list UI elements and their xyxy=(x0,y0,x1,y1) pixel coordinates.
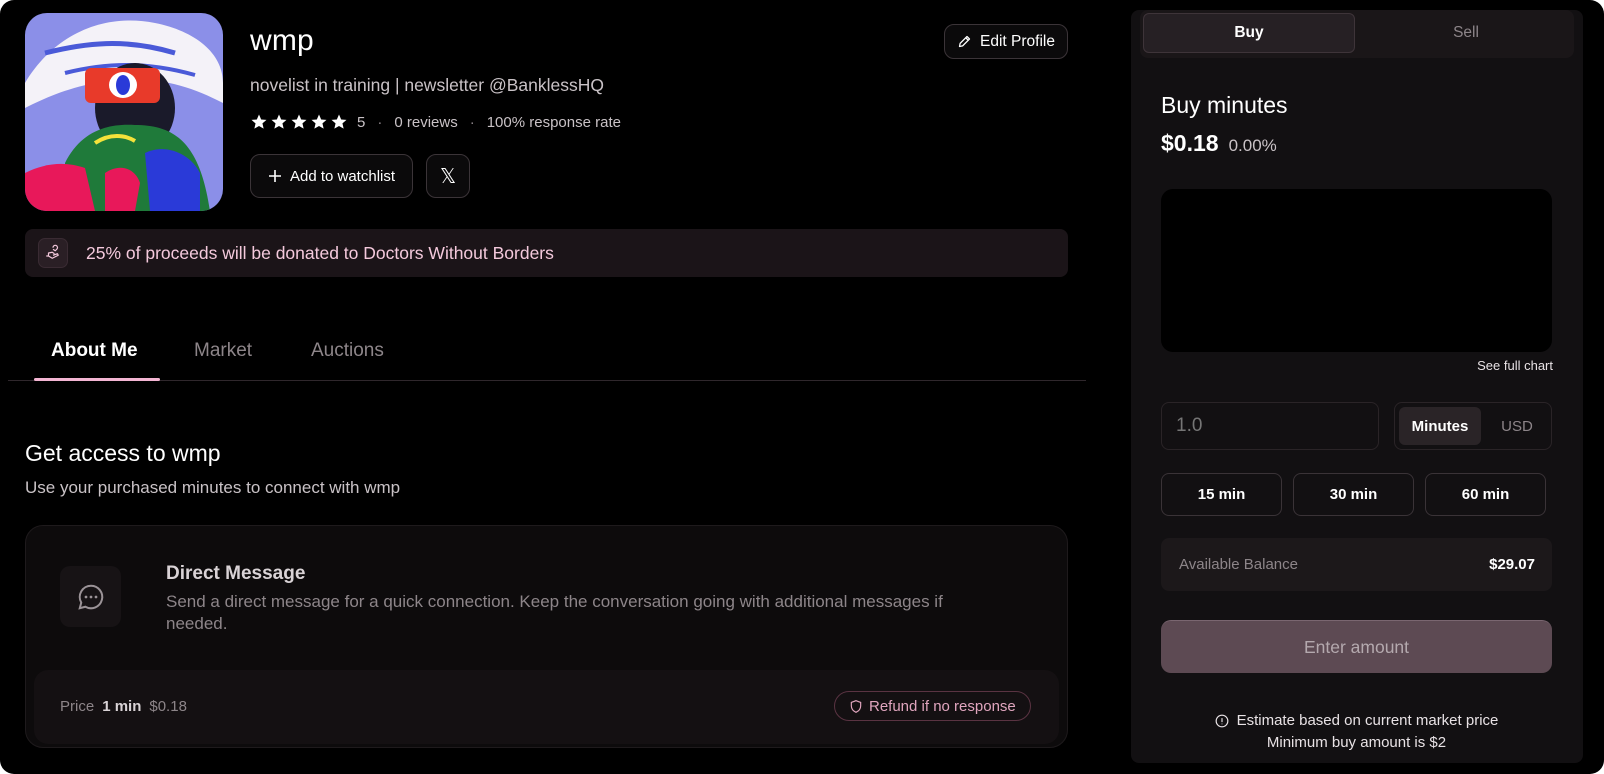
minimum-note: Minimum buy amount is $2 xyxy=(1266,734,1447,751)
price-minutes: 1 min xyxy=(102,698,142,715)
edit-profile-button[interactable]: Edit Profile xyxy=(944,24,1068,59)
unit-minutes-option[interactable]: Minutes xyxy=(1399,407,1481,445)
rating-stars xyxy=(250,113,348,131)
response-rate: 100% response rate xyxy=(486,113,621,131)
separator-dot: · xyxy=(469,113,475,131)
price-change: 0.00% xyxy=(1228,136,1277,155)
tab-auctions[interactable]: Auctions xyxy=(311,340,384,362)
plus-icon xyxy=(268,170,281,182)
dm-price-text: Price 1 min $0.18 xyxy=(60,698,187,715)
profile-avatar xyxy=(25,13,223,211)
shield-icon xyxy=(850,699,862,713)
direct-message-card[interactable]: Direct Message Send a direct message for… xyxy=(25,525,1068,748)
trade-panel: Buy Sell Buy minutes $0.18 0.00% See ful… xyxy=(1131,10,1583,763)
buy-sell-toggle: Buy Sell xyxy=(1140,10,1574,58)
donation-icon xyxy=(38,238,68,268)
profile-tabs: About Me Market Auctions xyxy=(8,330,1086,381)
dm-price-bar: Price 1 min $0.18 Refund if no response xyxy=(34,670,1059,744)
estimate-notes: Estimate based on current market price M… xyxy=(1161,710,1552,754)
price-amount: $0.18 xyxy=(149,698,187,715)
dm-title: Direct Message xyxy=(166,563,306,584)
tab-market[interactable]: Market xyxy=(194,340,252,362)
x-social-button[interactable]: 𝕏 xyxy=(426,154,470,198)
see-full-chart-link[interactable]: See full chart xyxy=(1477,358,1553,373)
quick-30-min-button[interactable]: 30 min xyxy=(1293,473,1414,516)
tab-about-me[interactable]: About Me xyxy=(51,340,138,362)
sell-tab[interactable]: Sell xyxy=(1360,13,1572,53)
watchlist-label: Add to watchlist xyxy=(289,167,396,185)
balance-label: Available Balance xyxy=(1179,556,1298,573)
refund-label: Refund if no response xyxy=(869,697,1016,715)
price-chart[interactable] xyxy=(1161,189,1552,352)
reviews-count[interactable]: 0 reviews xyxy=(394,114,457,131)
price-row: $0.18 0.00% xyxy=(1161,130,1277,157)
access-subtitle: Use your purchased minutes to connect wi… xyxy=(25,478,401,497)
add-to-watchlist-button[interactable]: Add to watchlist xyxy=(250,154,413,198)
rating-row: 5 · 0 reviews · 100% response rate xyxy=(250,112,621,132)
donation-banner: 25% of proceeds will be donated to Docto… xyxy=(25,229,1068,277)
current-price: $0.18 xyxy=(1161,130,1219,156)
unit-toggle: Minutes USD xyxy=(1394,402,1552,450)
info-icon xyxy=(1215,714,1229,728)
buy-minutes-title: Buy minutes xyxy=(1161,92,1288,118)
amount-input[interactable] xyxy=(1161,402,1379,450)
access-title: Get access to wmp xyxy=(25,440,221,466)
estimate-note: Estimate based on current market price xyxy=(1236,712,1499,729)
quick-60-min-button[interactable]: 60 min xyxy=(1425,473,1546,516)
profile-bio: novelist in training | newsletter @Bankl… xyxy=(250,75,604,95)
profile-name: wmp xyxy=(250,24,314,57)
star-icon xyxy=(331,114,347,129)
star-icon xyxy=(291,114,307,129)
buy-tab[interactable]: Buy xyxy=(1143,13,1355,53)
star-icon xyxy=(271,114,287,129)
star-icon xyxy=(311,114,327,129)
donation-text: 25% of proceeds will be donated to Docto… xyxy=(86,242,554,263)
enter-amount-button[interactable]: Enter amount xyxy=(1161,620,1552,673)
x-logo-icon: 𝕏 xyxy=(439,165,457,188)
dm-description: Send a direct message for a quick connec… xyxy=(166,592,943,633)
price-label: Price xyxy=(60,698,95,715)
balance-value: $29.07 xyxy=(1489,556,1535,573)
unit-usd-option[interactable]: USD xyxy=(1485,407,1549,445)
rating-value: 5 xyxy=(357,113,366,131)
star-icon xyxy=(251,114,267,129)
separator-dot: · xyxy=(377,113,383,131)
app-window: wmp novelist in training | newsletter @B… xyxy=(0,0,1604,774)
pencil-icon xyxy=(958,35,971,48)
active-tab-indicator xyxy=(34,378,160,381)
edit-profile-label: Edit Profile xyxy=(980,32,1055,50)
chat-bubble-icon xyxy=(60,566,121,627)
quick-15-min-button[interactable]: 15 min xyxy=(1161,473,1282,516)
available-balance-row: Available Balance $29.07 xyxy=(1161,538,1552,591)
refund-badge: Refund if no response xyxy=(834,691,1031,721)
